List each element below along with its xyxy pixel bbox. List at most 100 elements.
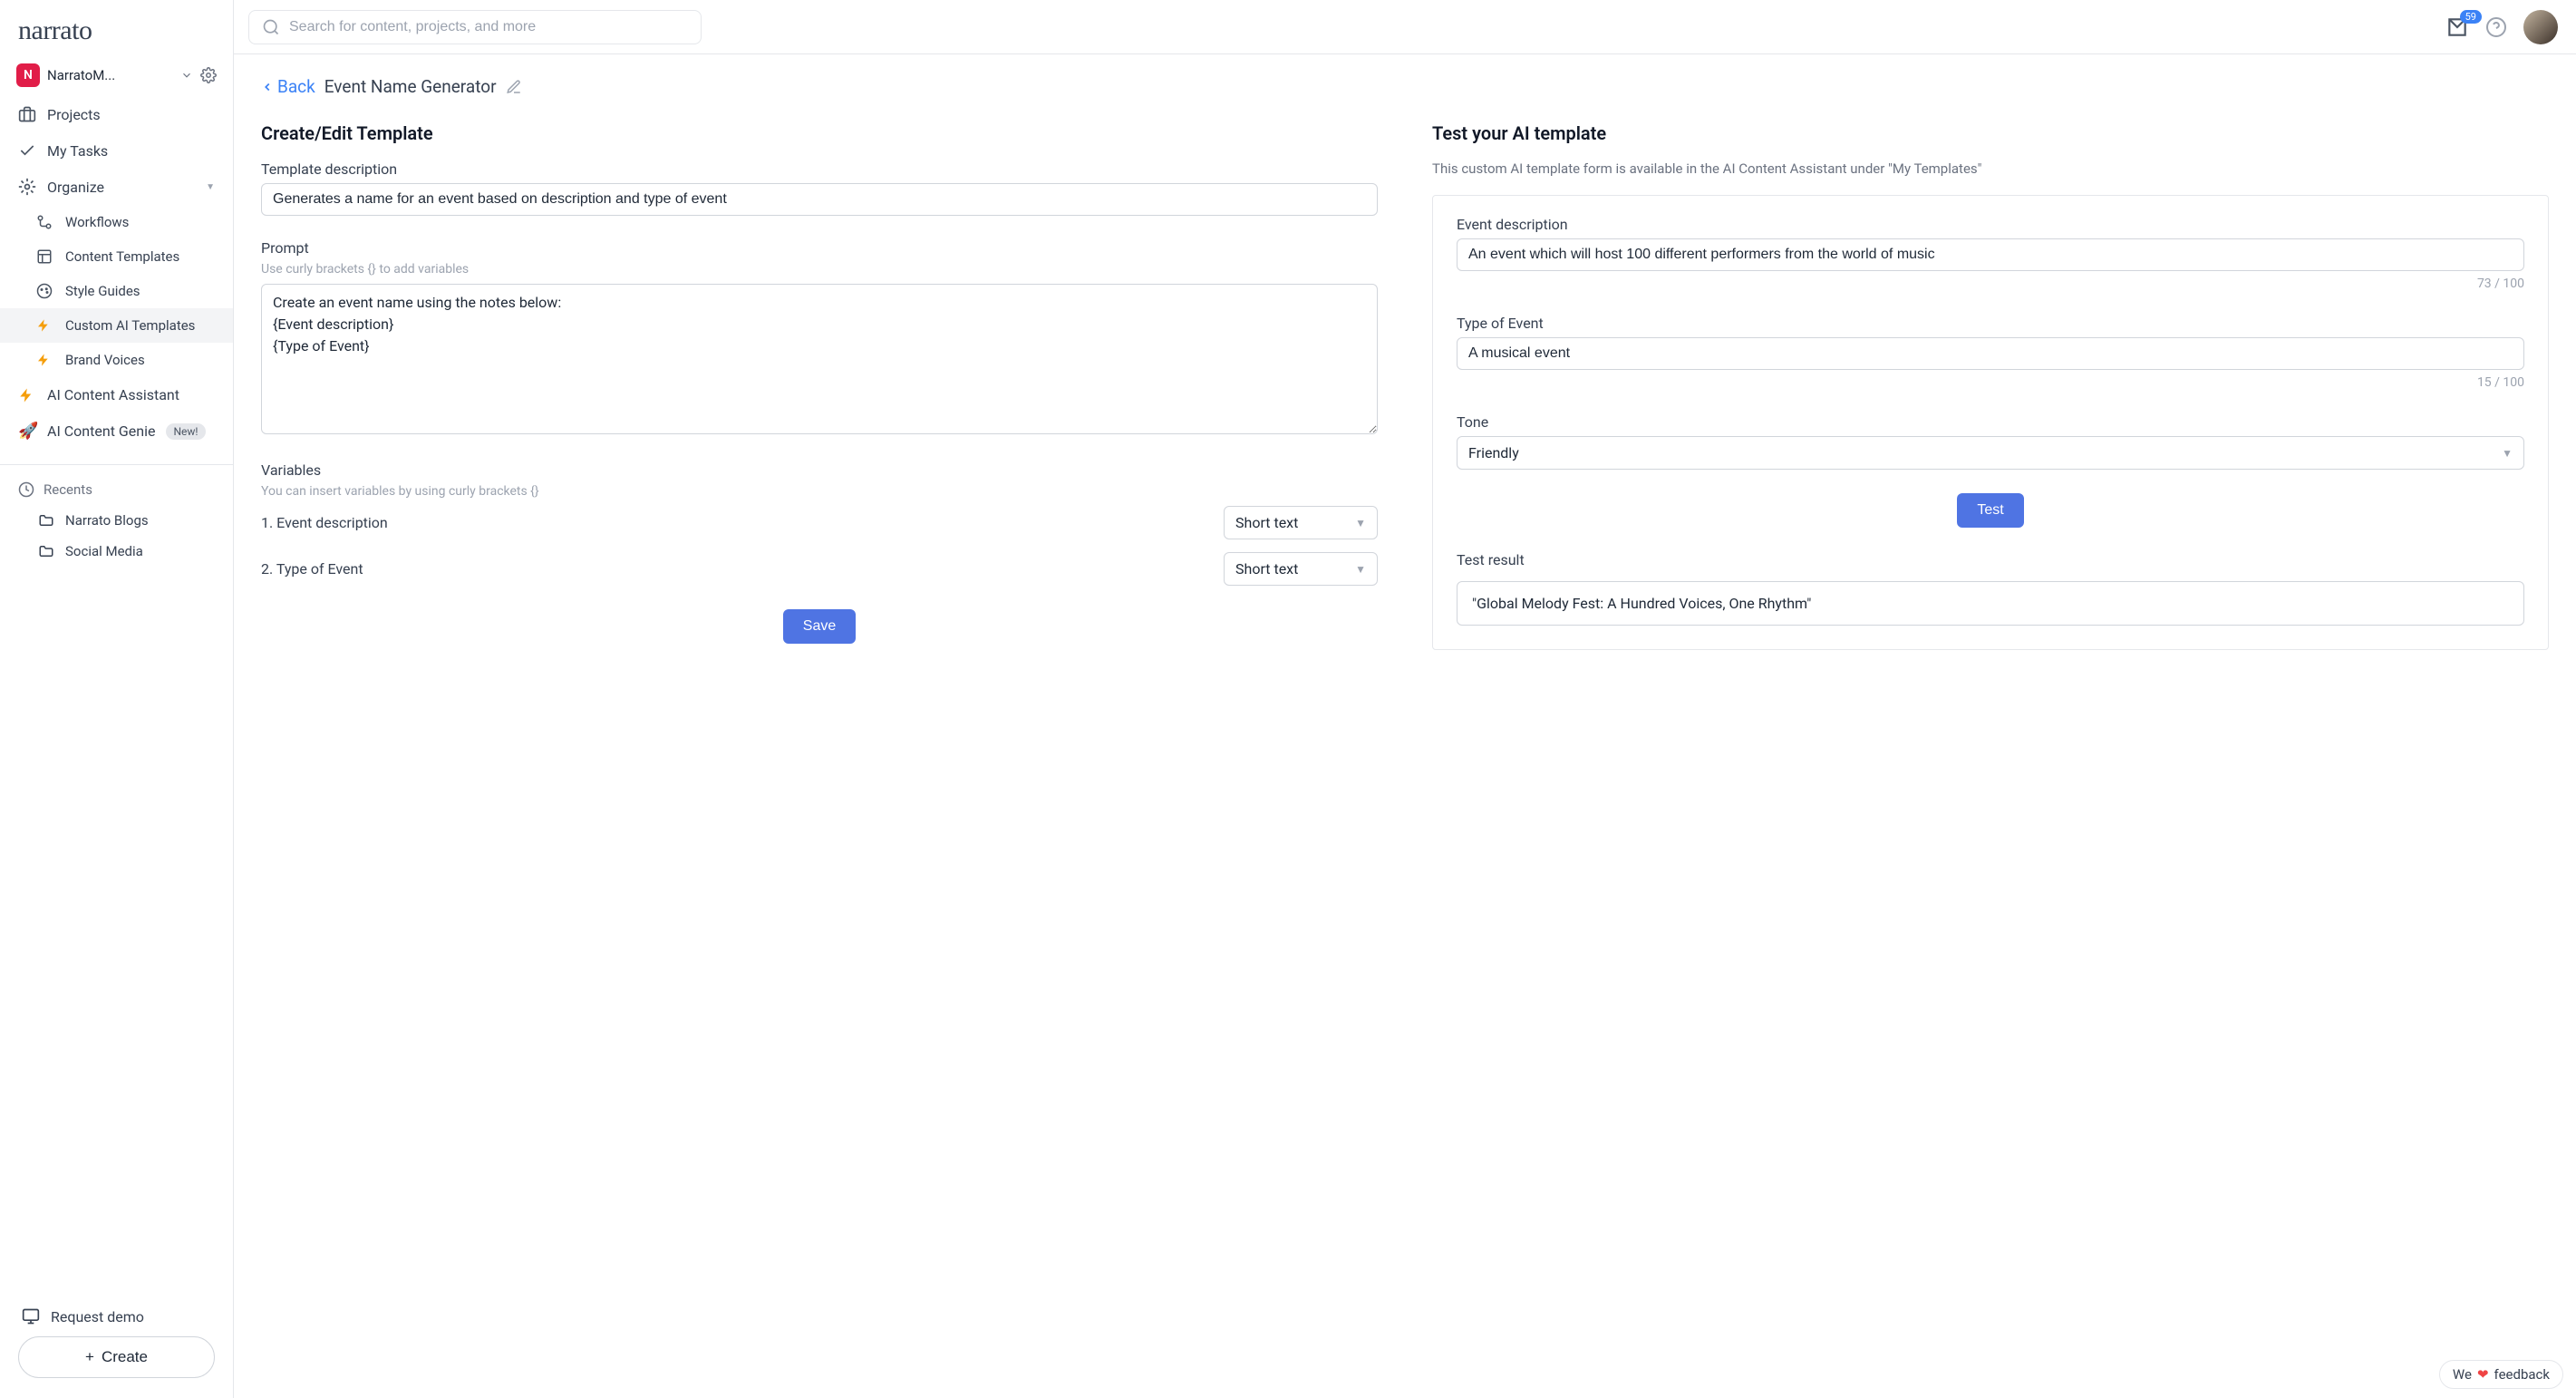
palette-icon <box>36 283 54 299</box>
page-title: Event Name Generator <box>324 76 497 97</box>
recents-label: Recents <box>44 481 92 498</box>
gear-icon[interactable] <box>200 67 217 83</box>
create-edit-heading: Create/Edit Template <box>261 122 1378 144</box>
heart-icon: ❤ <box>2477 1366 2489 1383</box>
select-value: Friendly <box>1468 444 1519 461</box>
divider <box>0 464 233 465</box>
feedback-we: We <box>2453 1366 2472 1383</box>
sidebar-item-label: Brand Voices <box>65 352 145 368</box>
sidebar-item-label: Custom AI Templates <box>65 317 195 334</box>
type-of-event-count: 15 / 100 <box>1457 375 2524 390</box>
sidebar-item-label: Organize <box>47 179 104 196</box>
sidebar-item-label: Workflows <box>65 214 129 230</box>
gear-icon <box>18 178 36 196</box>
brand-name: narrato <box>18 15 92 46</box>
edit-icon[interactable] <box>506 79 522 95</box>
variables-label: Variables <box>261 461 1378 479</box>
sidebar: narrato N NarratoM... Projects <box>0 0 234 1398</box>
sidebar-item-brand-voices[interactable]: Brand Voices <box>0 343 233 377</box>
sidebar-item-custom-ai-templates[interactable]: Custom AI Templates <box>0 308 233 343</box>
sidebar-item-label: Projects <box>47 106 101 123</box>
recent-item-narrato-blogs[interactable]: Narrato Blogs <box>0 505 233 536</box>
sidebar-item-workflows[interactable]: Workflows <box>0 205 233 239</box>
chevron-down-icon[interactable] <box>180 69 193 82</box>
check-icon <box>18 141 36 160</box>
prompt-label: Prompt <box>261 239 1378 257</box>
test-subtext: This custom AI template form is availabl… <box>1432 160 2549 177</box>
sidebar-item-style-guides[interactable]: Style Guides <box>0 274 233 308</box>
tone-label: Tone <box>1457 413 2524 431</box>
monitor-icon <box>22 1307 40 1325</box>
briefcase-icon <box>18 105 36 123</box>
mail-button[interactable]: 59 <box>2445 15 2469 39</box>
test-heading: Test your AI template <box>1432 122 2549 144</box>
spark-icon <box>36 318 54 333</box>
select-value: Short text <box>1235 560 1298 578</box>
template-icon <box>36 248 54 265</box>
sidebar-item-projects[interactable]: Projects <box>0 96 233 132</box>
feedback-button[interactable]: We ❤ feedback <box>2439 1360 2563 1389</box>
save-button[interactable]: Save <box>783 609 856 644</box>
chevron-down-icon: ▼ <box>2502 447 2513 460</box>
variable-label: 2. Type of Event <box>261 560 1202 578</box>
workspace-name: NarratoM... <box>47 67 173 83</box>
topbar: 59 <box>234 0 2576 54</box>
clock-icon <box>18 481 34 498</box>
request-demo-link[interactable]: Request demo <box>18 1296 215 1336</box>
search-icon <box>262 18 280 36</box>
rocket-icon: 🚀 <box>18 422 36 441</box>
request-demo-label: Request demo <box>51 1308 144 1325</box>
test-button[interactable]: Test <box>1957 493 2023 528</box>
prompt-textarea[interactable] <box>261 284 1378 434</box>
workspace-switcher[interactable]: N NarratoM... <box>0 54 233 96</box>
variable-label: 1. Event description <box>261 514 1202 531</box>
create-button[interactable]: + Create <box>18 1336 215 1378</box>
template-description-input[interactable] <box>261 183 1378 216</box>
create-button-label: Create <box>102 1348 148 1366</box>
sidebar-item-organize[interactable]: Organize ▼ <box>0 169 233 205</box>
page-header: Back Event Name Generator <box>261 76 2549 97</box>
prompt-hint: Use curly brackets {} to add variables <box>261 262 1378 277</box>
workflow-icon <box>36 214 54 230</box>
spark-icon <box>36 353 54 367</box>
sidebar-item-ai-content-genie[interactable]: 🚀 AI Content Genie New! <box>0 413 233 450</box>
type-of-event-label: Type of Event <box>1457 315 2524 332</box>
variable-row: 1. Event description Short text ▼ <box>261 506 1378 539</box>
search-input[interactable] <box>289 19 688 35</box>
test-result-label: Test result <box>1457 551 2524 568</box>
test-panel-column: Test your AI template This custom AI tem… <box>1432 122 2549 650</box>
template-description-label: Template description <box>261 160 1378 178</box>
feedback-label: feedback <box>2494 1366 2550 1383</box>
help-icon[interactable] <box>2485 16 2507 38</box>
variable-type-select[interactable]: Short text ▼ <box>1224 552 1378 586</box>
event-description-input[interactable] <box>1457 238 2524 271</box>
back-label: Back <box>277 76 315 97</box>
sidebar-item-my-tasks[interactable]: My Tasks <box>0 132 233 169</box>
test-result-output: "Global Melody Fest: A Hundred Voices, O… <box>1457 581 2524 626</box>
triangle-down-icon: ▼ <box>206 182 215 192</box>
event-description-label: Event description <box>1457 216 2524 233</box>
recent-item-label: Social Media <box>65 543 143 559</box>
variable-row: 2. Type of Event Short text ▼ <box>261 552 1378 586</box>
select-value: Short text <box>1235 514 1298 531</box>
tone-select[interactable]: Friendly ▼ <box>1457 436 2524 470</box>
search-box[interactable] <box>248 10 702 44</box>
mail-badge: 59 <box>2460 10 2482 24</box>
avatar[interactable] <box>2523 10 2558 44</box>
sidebar-item-label: My Tasks <box>47 142 108 160</box>
logo: narrato <box>0 0 233 54</box>
sidebar-item-ai-content-assistant[interactable]: AI Content Assistant <box>0 377 233 413</box>
type-of-event-input[interactable] <box>1457 337 2524 370</box>
spark-icon <box>18 387 36 403</box>
folder-icon <box>38 543 54 559</box>
recent-item-social-media[interactable]: Social Media <box>0 536 233 567</box>
sidebar-item-label: AI Content Assistant <box>47 386 179 403</box>
sidebar-item-content-templates[interactable]: Content Templates <box>0 239 233 274</box>
sidebar-item-label: Content Templates <box>65 248 179 265</box>
variables-hint: You can insert variables by using curly … <box>261 484 1378 499</box>
chevron-down-icon: ▼ <box>1355 517 1366 529</box>
new-badge: New! <box>166 423 205 440</box>
variable-type-select[interactable]: Short text ▼ <box>1224 506 1378 539</box>
event-description-count: 73 / 100 <box>1457 277 2524 291</box>
back-link[interactable]: Back <box>261 76 315 97</box>
